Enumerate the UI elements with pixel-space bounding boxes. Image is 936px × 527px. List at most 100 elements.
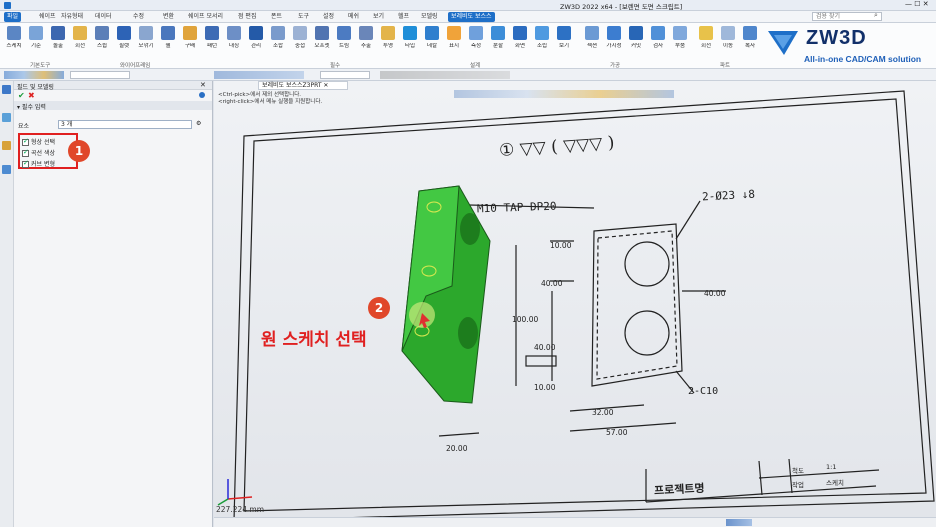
quick-tools-icon[interactable] — [4, 71, 64, 79]
revolve-icon — [73, 26, 87, 40]
ribbon-button[interactable]: 섹션 — [582, 26, 602, 68]
image-icon[interactable] — [2, 165, 11, 174]
ribbon-button[interactable]: 조합 — [268, 26, 288, 68]
checkbox-icon[interactable] — [22, 159, 29, 168]
ribbon-button[interactable]: 표시 — [444, 26, 464, 68]
ribbon-button[interactable]: 부품 — [670, 26, 690, 68]
inspect-icon — [651, 26, 665, 40]
dimension-value: 57.00 — [606, 428, 628, 437]
dimension-value: 40.00 — [541, 279, 563, 288]
menu-tab[interactable]: 폰트 — [268, 12, 285, 22]
ribbon-button[interactable]: 쉘 — [158, 26, 178, 68]
menu-tab[interactable]: 쉐이프 모서리 — [185, 12, 226, 22]
ribbon-button[interactable]: 관리 — [246, 26, 266, 68]
filter-dropdown[interactable] — [70, 71, 130, 79]
menu-tab[interactable]: 수정 — [130, 12, 147, 22]
drawing-inner-border — [243, 98, 927, 512]
menu-tab[interactable]: 헬프 — [395, 12, 412, 22]
plane-icon — [29, 26, 43, 40]
instruction-caption: 원 스케치 선택 — [261, 330, 367, 350]
dimension-value: 100.00 — [512, 315, 539, 324]
ribbon-button[interactable]: 추출 — [356, 26, 376, 68]
dimension-value: 20.00 — [446, 444, 468, 453]
title-cell: 작업 — [792, 481, 804, 489]
window-controls[interactable]: — ☐ ✕ — [905, 0, 929, 8]
search-input[interactable]: 검용 찾기 — [812, 12, 882, 21]
graphics-viewport[interactable]: 보레비도 보스스Z3PRT ✕ <Ctrl-pick>에서 제외 선택합니다. … — [214, 81, 936, 517]
ribbon-button[interactable]: 검사 — [648, 26, 668, 68]
selection-dropdown[interactable] — [320, 71, 370, 79]
checkbox-icon[interactable] — [22, 137, 29, 146]
display-icon — [447, 26, 461, 40]
project-name-label: 프로젝트명 — [653, 481, 705, 498]
palette-icon[interactable] — [2, 141, 11, 150]
ribbon-button[interactable]: 중첩 — [290, 26, 310, 68]
panel-title: 필드 및 모델링 — [17, 84, 54, 91]
pin-icon[interactable] — [199, 92, 205, 98]
trim-icon — [337, 26, 351, 40]
ribbon-button[interactable]: 복사 — [740, 26, 760, 68]
ribbon-button[interactable]: 분할 — [488, 26, 508, 68]
title-cell: 척도 — [792, 467, 804, 475]
ribbon-button[interactable]: 조립 — [532, 26, 552, 68]
ribbon-button[interactable]: 오프셋 — [312, 26, 332, 68]
ribbon-button[interactable]: 대칭 — [224, 26, 244, 68]
snap-tools-icon[interactable] — [380, 71, 510, 79]
option-curve-color[interactable]: 곡선 색상 — [22, 148, 74, 157]
ribbon-group-label: 설계 — [470, 63, 481, 69]
menu-tab[interactable]: 메쉬 — [345, 12, 362, 22]
type-icon — [403, 26, 417, 40]
ribbon-button[interactable]: 화면 — [510, 26, 530, 68]
menu-tab[interactable]: 변환 — [160, 12, 177, 22]
ribbon-button[interactable]: 보기 — [554, 26, 574, 68]
menu-tab[interactable]: 점 편집 — [235, 12, 259, 22]
visibility-icon — [607, 26, 621, 40]
menu-tab[interactable]: 보기 — [370, 12, 387, 22]
coordinate-readout: 227.224 mm — [216, 505, 265, 514]
section-icon — [585, 26, 599, 40]
menu-tab[interactable]: 도구 — [295, 12, 312, 22]
ribbon-button[interactable]: 패턴 — [202, 26, 222, 68]
menu-tab[interactable]: 데이터 — [92, 12, 115, 22]
ribbon-button[interactable]: 투영 — [378, 26, 398, 68]
cancel-icon[interactable]: ✖ — [28, 91, 35, 100]
panel-close-icon[interactable]: ✕ — [200, 81, 206, 89]
menu-tab[interactable]: 설정 — [320, 12, 337, 22]
line-icon — [293, 26, 307, 40]
search-icon[interactable]: ⌕ — [874, 11, 878, 20]
checkbox-icon[interactable] — [22, 148, 29, 157]
window-title: ZW3D 2022 x64 - [보렌면 도면 스크립트] — [560, 3, 683, 11]
dimension-value: 40.00 — [704, 289, 726, 298]
option-curve-deform[interactable]: 커브 변형 — [22, 159, 74, 168]
menu-tab-file[interactable]: 파일 — [4, 12, 22, 22]
options-icon[interactable]: ⚙ — [196, 120, 201, 127]
measure-icon — [469, 26, 483, 40]
ribbon-button-sketch[interactable]: 스케치 — [4, 26, 24, 68]
menu-tab[interactable]: 모델링 — [418, 12, 441, 22]
layers-icon[interactable] — [2, 113, 11, 122]
section-header[interactable]: ▾ 필수 입력 — [17, 102, 46, 111]
commit-icon — [629, 26, 643, 40]
extrude-icon — [51, 26, 65, 40]
ribbon-button[interactable]: 스윕 — [92, 26, 112, 68]
ribbon-button[interactable]: 돌출 — [48, 26, 68, 68]
view-tools-icon[interactable] — [214, 71, 304, 79]
confirm-icon[interactable]: ✔ — [18, 91, 25, 100]
ribbon-button[interactable]: 커밋 — [626, 26, 646, 68]
menu-tab-active[interactable]: 보레비도 보스스 — [448, 12, 495, 22]
menu-tab[interactable]: 자유형태 — [58, 12, 86, 22]
ribbon-button[interactable]: 회전 — [696, 26, 716, 68]
history-icon[interactable] — [2, 85, 11, 94]
ribbon-button[interactable]: 타입 — [400, 26, 420, 68]
ribbon-button[interactable]: 회전 — [70, 26, 90, 68]
option-shape-select[interactable]: 형상 선택 — [22, 137, 74, 146]
entity-field[interactable]: 3 개 — [58, 120, 192, 129]
hole-circle — [624, 310, 670, 356]
menu-tab[interactable]: 쉐이프 — [36, 12, 59, 22]
ribbon-button[interactable]: 구배 — [180, 26, 200, 68]
ribbon-button[interactable]: 데칼 — [422, 26, 442, 68]
dimension-line — [438, 432, 480, 437]
status-icons[interactable] — [726, 519, 752, 526]
mirror-icon — [227, 26, 241, 40]
green-part[interactable] — [401, 185, 491, 404]
